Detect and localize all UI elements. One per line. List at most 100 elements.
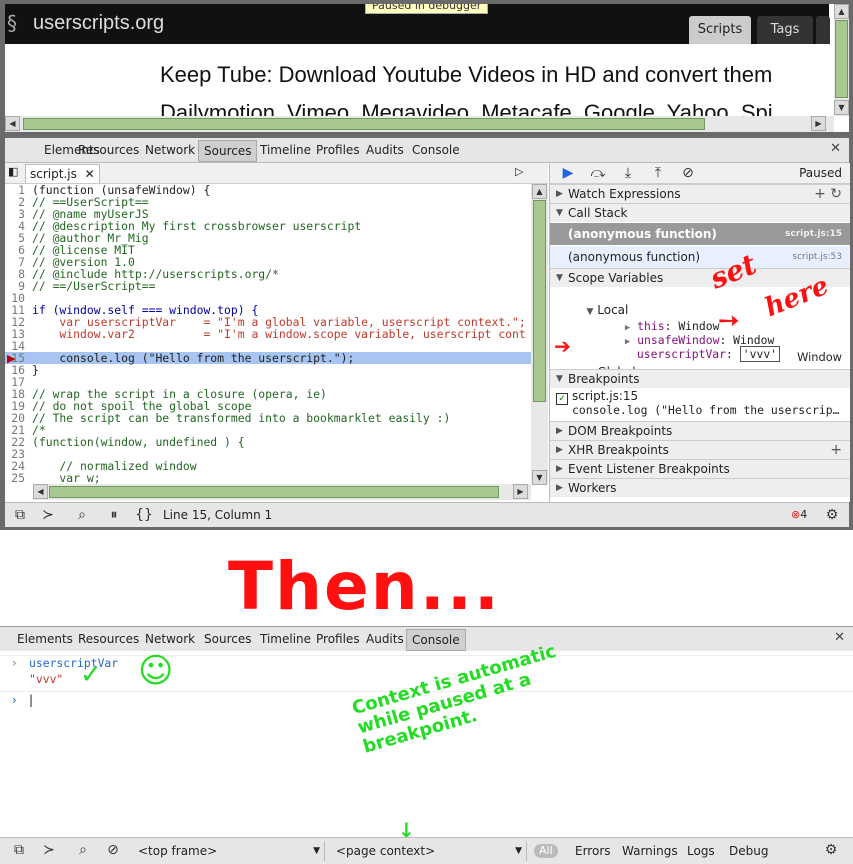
tab-profiles[interactable]: Profiles	[311, 629, 365, 649]
tab-timeline[interactable]: Timeline	[255, 140, 316, 160]
tab-resources[interactable]: Resources	[73, 140, 144, 160]
tab-timeline[interactable]: Timeline	[255, 629, 316, 649]
code-line[interactable]: 16}	[5, 364, 531, 376]
tab-resources[interactable]: Resources	[73, 629, 144, 649]
breakpoint-checkbox[interactable]: ✓	[556, 393, 568, 405]
error-count[interactable]: ⊗4	[791, 508, 807, 521]
section-workers[interactable]: ▶ Workers	[550, 478, 850, 497]
code-line[interactable]: 9// ==/UserScript==	[5, 280, 531, 292]
context-select[interactable]: <page context> ▼	[330, 841, 527, 861]
pause-on-exceptions-icon[interactable]: ⏸	[101, 505, 127, 525]
clear-console-icon[interactable]: ⊘	[100, 840, 126, 860]
site-tab-tags[interactable]: Tags	[757, 16, 813, 44]
site-name[interactable]: userscripts.org	[33, 12, 164, 35]
section-dom-breakpoints[interactable]: ▶ DOM Breakpoints	[550, 421, 850, 440]
close-tab-icon[interactable]: ✕	[85, 167, 95, 181]
cursor-position: Line 15, Column 1	[163, 508, 273, 522]
tab-console[interactable]: Console	[407, 140, 465, 160]
filter-warnings[interactable]: Warnings	[622, 841, 678, 861]
error-icon: ⊗	[791, 508, 801, 521]
code-line[interactable]: 13 window.var2 = "I'm a window.scope var…	[5, 328, 531, 340]
site-tab-more[interactable]	[816, 16, 830, 44]
breakpoint-code[interactable]: console.log ("Hello from the userscrip…	[572, 404, 839, 417]
scroll-right-button[interactable]: ▶	[513, 484, 528, 499]
section-breakpoints[interactable]: ▼ Breakpoints	[550, 369, 850, 388]
close-devtools-icon[interactable]: ✕	[830, 141, 841, 156]
scroll-right-button[interactable]: ▶	[811, 116, 826, 131]
tab-audits[interactable]: Audits	[361, 629, 409, 649]
page-vertical-scrollbar[interactable]: ▲ ▼	[834, 4, 849, 116]
breakpoint-marker-icon[interactable]: ▶	[7, 352, 15, 365]
tab-profiles[interactable]: Profiles	[311, 140, 365, 160]
tab-network[interactable]: Network	[140, 629, 200, 649]
dock-icon[interactable]: ⧉	[6, 840, 32, 860]
section-watch-expressions[interactable]: ▶ Watch Expressions + ↻	[550, 184, 850, 203]
site-tab-scripts[interactable]: Scripts	[689, 16, 751, 44]
section-call-stack[interactable]: ▼ Call Stack	[550, 203, 850, 222]
filter-logs[interactable]: Logs	[687, 841, 715, 861]
page-horizontal-scrollbar[interactable]: ◀ ▶	[5, 116, 834, 132]
tab-audits[interactable]: Audits	[361, 140, 409, 160]
scroll-up-button[interactable]: ▲	[834, 4, 849, 19]
scroll-down-button[interactable]: ▼	[532, 470, 547, 485]
annotation-checkmark-icon: ✓	[80, 660, 102, 690]
pretty-print-icon[interactable]: {}	[131, 505, 157, 525]
scroll-thumb[interactable]	[23, 118, 705, 130]
scroll-left-button[interactable]: ◀	[33, 484, 48, 499]
add-xhr-breakpoint-icon[interactable]: +	[830, 441, 842, 459]
deactivate-breakpoints-icon[interactable]: ⊘	[674, 163, 702, 183]
gear-icon[interactable]: ⚙	[818, 840, 844, 860]
prompt-chevron-icon: ›	[12, 656, 17, 670]
step-over-icon[interactable]: ⤼	[584, 163, 612, 183]
close-devtools-icon[interactable]: ✕	[834, 630, 845, 645]
scroll-thumb[interactable]	[835, 20, 848, 98]
code-text: (function(window, undefined ) {	[32, 435, 245, 449]
filter-errors[interactable]: Errors	[575, 841, 611, 861]
code-line[interactable]: 25 var w;	[5, 472, 531, 484]
scroll-down-button[interactable]: ▼	[834, 100, 849, 115]
frame-select[interactable]: <top frame> ▼	[132, 841, 325, 861]
dock-icon[interactable]: ⧉	[7, 505, 33, 525]
console-input-echo: › userscriptVar	[0, 655, 853, 670]
tab-sources[interactable]: Sources	[199, 629, 256, 649]
code-editor[interactable]: 1 (function (unsafeWindow) {2// ==UserScr…	[5, 184, 531, 484]
value-edit-field[interactable]: 'vvv'	[739, 346, 781, 362]
debugger-state: Paused	[799, 166, 842, 180]
call-frame[interactable]: (anonymous function) script.js:53	[550, 246, 850, 268]
scroll-left-button[interactable]: ◀	[5, 116, 20, 131]
resume-icon[interactable]: ▶	[554, 163, 582, 183]
code-line[interactable]: 20// The script can be transformed into …	[5, 412, 531, 424]
scroll-up-button[interactable]: ▲	[532, 184, 547, 199]
tab-sources[interactable]: Sources	[198, 140, 258, 162]
page-headline-line2[interactable]: Dailymotion, Vimeo, Megavideo, Metacafe,…	[160, 100, 830, 116]
step-into-icon[interactable]: ⤓	[614, 163, 642, 183]
breakpoint-file[interactable]: script.js:15	[572, 390, 638, 403]
code-line[interactable]: 22 (function(window, undefined ) {	[5, 436, 531, 448]
search-icon[interactable]: ⌕	[70, 840, 96, 860]
section-event-listener-breakpoints[interactable]: ▶ Event Listener Breakpoints	[550, 459, 850, 478]
tab-console[interactable]: Console	[406, 629, 466, 651]
code-line[interactable]: 15 console.log ("Hello from the userscri…	[5, 352, 531, 364]
call-frame-selected[interactable]: (anonymous function) script.js:15	[550, 223, 850, 245]
toggle-debugger-pane-icon[interactable]: ▷	[515, 165, 523, 178]
scroll-thumb[interactable]	[49, 486, 499, 498]
tab-network[interactable]: Network	[140, 140, 200, 160]
scroll-thumb[interactable]	[533, 200, 546, 402]
step-out-icon[interactable]: ⤒	[644, 163, 672, 183]
code-horizontal-scrollbar[interactable]: ◀ ▶	[33, 484, 531, 500]
collapse-icon: ▼	[556, 208, 563, 218]
show-console-icon[interactable]: ≻	[36, 840, 62, 860]
gear-icon[interactable]: ⚙	[819, 505, 845, 525]
add-watch-icon[interactable]: + ↻	[814, 185, 842, 203]
site-logo-icon: §	[7, 11, 17, 35]
show-console-icon[interactable]: ≻	[35, 505, 61, 525]
filter-all[interactable]: All	[534, 844, 558, 858]
section-xhr-breakpoints[interactable]: ▶ XHR Breakpoints +	[550, 440, 850, 459]
tab-elements[interactable]: Elements	[12, 629, 78, 649]
filter-debug[interactable]: Debug	[729, 841, 768, 861]
code-vertical-scrollbar[interactable]: ▲ ▼	[531, 184, 548, 485]
file-tab-script-js[interactable]: script.js ✕	[25, 164, 100, 183]
toggle-navigator-icon[interactable]: ◧	[8, 165, 18, 178]
search-icon[interactable]: ⌕	[69, 505, 95, 525]
page-headline[interactable]: Keep Tube: Download Youtube Videos in HD…	[160, 62, 830, 88]
